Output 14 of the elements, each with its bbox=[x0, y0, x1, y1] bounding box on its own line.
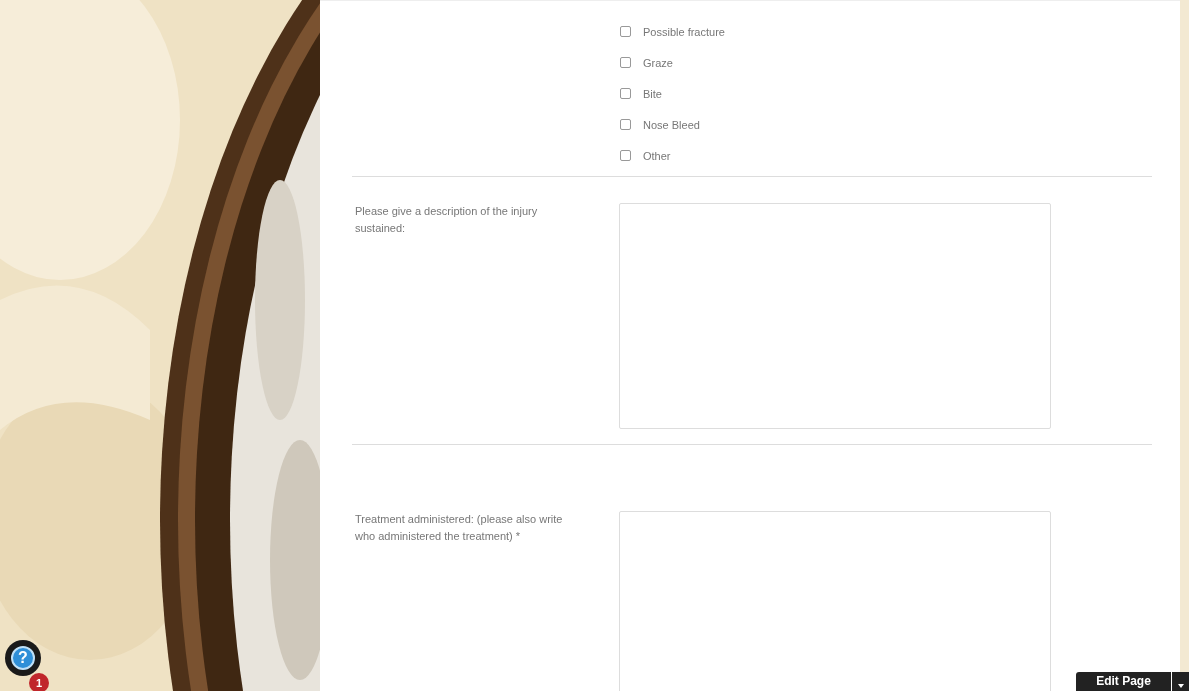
checkbox[interactable] bbox=[620, 88, 631, 99]
checkbox-label: Graze bbox=[643, 56, 673, 69]
field-label: Treatment administered: (please also write who administered the treatment) * bbox=[355, 512, 564, 544]
checkbox[interactable] bbox=[620, 150, 631, 161]
checkbox-label: Possible fracture bbox=[643, 25, 725, 38]
checkbox-label: Bite bbox=[643, 87, 662, 100]
edit-page-button[interactable]: Edit Page bbox=[1076, 672, 1171, 691]
checkbox-label: Other bbox=[643, 149, 671, 162]
field-label: Please give a description of the injury sustained: bbox=[355, 204, 539, 236]
checkbox-label: Nose Bleed bbox=[643, 118, 700, 131]
checkbox[interactable] bbox=[620, 119, 631, 130]
caret-icon bbox=[1177, 684, 1184, 688]
checkbox[interactable] bbox=[620, 26, 631, 37]
checkbox[interactable] bbox=[620, 57, 631, 68]
